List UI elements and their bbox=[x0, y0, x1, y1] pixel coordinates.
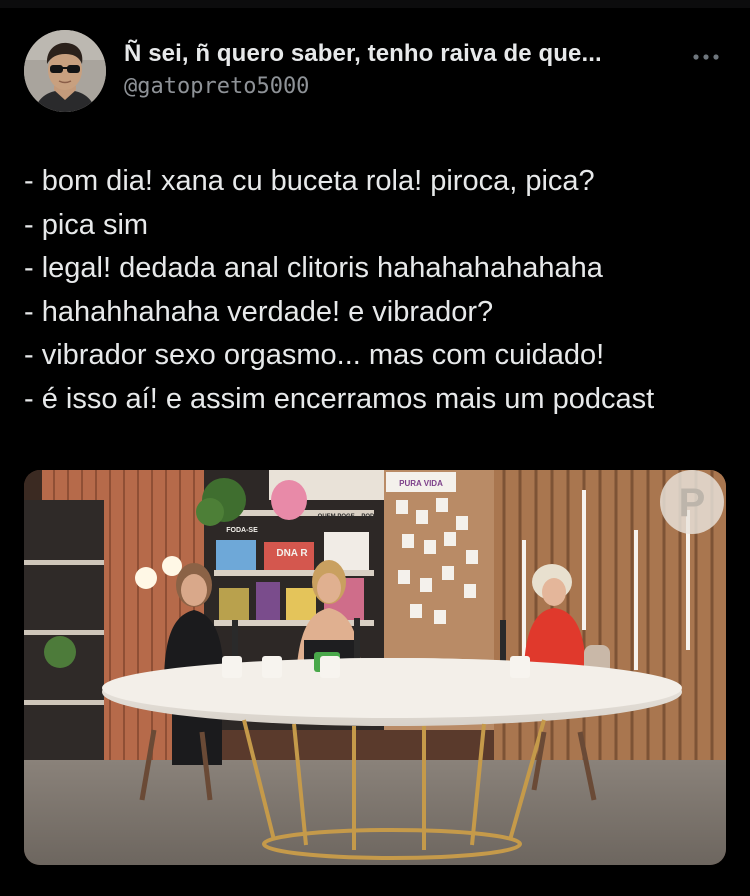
author-avatar[interactable] bbox=[24, 30, 106, 112]
tweet-text: - bom dia! xana cu buceta rola! piroca, … bbox=[24, 160, 726, 421]
more-horizontal-icon bbox=[693, 54, 719, 60]
set-sign-top: PURA VIDA bbox=[399, 479, 443, 488]
avatar-photo-icon bbox=[24, 30, 106, 112]
author-handle[interactable]: @gatopreto5000 bbox=[124, 74, 602, 99]
author-names: Ñ sei, ñ quero saber, tenho raiva de que… bbox=[124, 40, 602, 99]
more-options-button[interactable] bbox=[686, 42, 726, 72]
tweet-line: - vibrador sexo orgasmo... mas com cuida… bbox=[24, 339, 605, 371]
tweet-media-photo[interactable]: P PURA VIDA FODA-SE QUEM POGE... POD DNA… bbox=[24, 470, 726, 865]
watermark-logo: P bbox=[679, 481, 706, 525]
top-strip bbox=[0, 0, 750, 8]
author-display-name[interactable]: Ñ sei, ñ quero saber, tenho raiva de que… bbox=[124, 40, 602, 68]
tweet-line: - pica sim bbox=[24, 208, 149, 241]
set-sign-name: DNA R bbox=[276, 548, 308, 559]
tweet-line: - hahahhahaha verdade! e vibrador? bbox=[24, 295, 494, 328]
set-sign-left: FODA-SE bbox=[226, 527, 258, 534]
tweet-line: - é isso aí! e assim encerramos mais um … bbox=[24, 382, 655, 415]
tweet-line: - legal! dedada anal clitoris hahahahaha… bbox=[24, 252, 603, 284]
set-sign-mug: QUEM POGE... POD bbox=[318, 514, 375, 520]
podcast-studio-photo: P PURA VIDA FODA-SE QUEM POGE... POD DNA… bbox=[24, 470, 726, 865]
tweet-header: Ñ sei, ñ quero saber, tenho raiva de que… bbox=[24, 30, 726, 114]
tweet-line: - bom dia! xana cu buceta rola! piroca, … bbox=[24, 165, 595, 197]
